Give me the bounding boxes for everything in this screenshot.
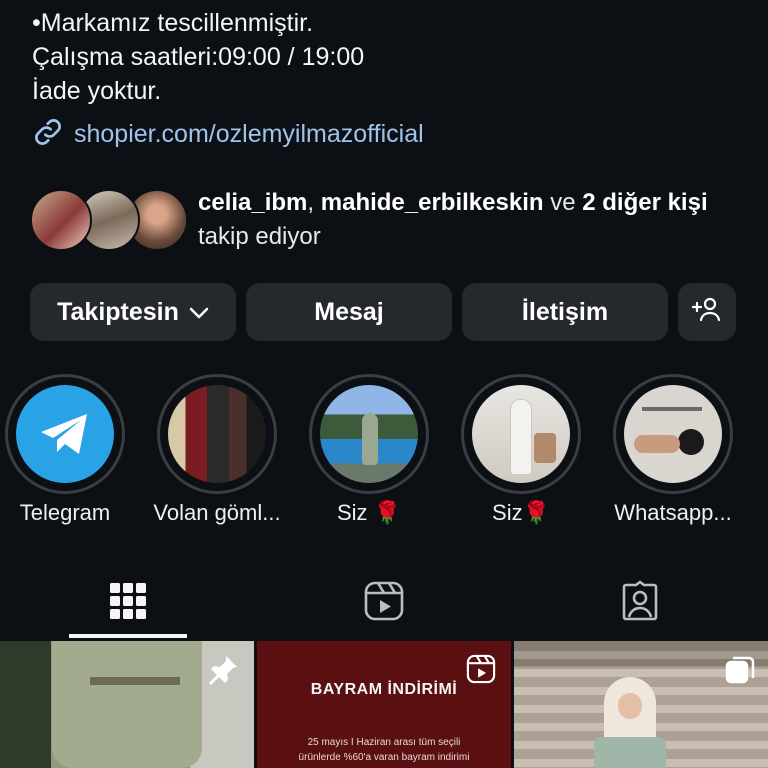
bio-text: •Markamız tescillenmiştir. Çalışma saatl…	[32, 6, 364, 108]
post-thumbnail[interactable]	[0, 641, 254, 768]
posts-grid: BAYRAM İNDİRİMİ 25 mayıs I Haziran arası…	[0, 641, 768, 768]
post-promo-sub: ürünlerde %60'a varan bayram indirimi	[298, 752, 470, 763]
highlight-volan[interactable]: Volan göml...	[153, 374, 281, 525]
highlight-telegram[interactable]: Telegram	[5, 374, 125, 525]
chevron-down-icon	[189, 298, 209, 327]
tagged-person-icon	[618, 579, 662, 628]
connector-text: ve	[543, 189, 583, 216]
reels-icon	[362, 579, 406, 628]
highlight-label: Telegram	[19, 500, 111, 525]
post-thumbnail[interactable]	[514, 641, 768, 768]
tab-tagged[interactable]	[580, 570, 700, 636]
bio-line: İade yoktur.	[32, 77, 162, 105]
suffix-text: takip ediyor	[198, 223, 321, 250]
tab-reels[interactable]	[324, 570, 444, 636]
profile-tabs	[0, 570, 768, 640]
bio-link-text[interactable]: shopier.com/ozlemyilmazofficial	[74, 120, 424, 149]
avatar	[30, 189, 92, 251]
others-count[interactable]: 2 diğer kişi	[582, 189, 707, 216]
tab-posts[interactable]	[68, 570, 188, 636]
highlight-ring	[613, 374, 733, 494]
highlight-ring	[157, 374, 277, 494]
highlight-thumbnail	[320, 385, 418, 483]
grid-icon	[108, 581, 148, 626]
highlight-thumbnail	[472, 385, 570, 483]
story-highlights: Telegram Volan göml... Siz 🌹 Siz🌹 Whatsa…	[0, 374, 768, 534]
message-label: Mesaj	[314, 297, 384, 326]
followed-by[interactable]: celia_ibm, mahide_erbilkeskin ve 2 diğer…	[30, 186, 718, 254]
highlight-label: Volan göml...	[153, 500, 281, 525]
followed-by-text[interactable]: celia_ibm, mahide_erbilkeskin ve 2 diğer…	[198, 186, 718, 254]
highlight-siz-1[interactable]: Siz 🌹	[309, 374, 429, 525]
post-thumbnail[interactable]: BAYRAM İNDİRİMİ 25 mayıs I Haziran arası…	[257, 641, 511, 768]
carousel-icon	[724, 653, 756, 690]
highlight-ring	[309, 374, 429, 494]
highlight-label: Siz 🌹	[336, 500, 402, 525]
active-tab-indicator	[69, 634, 187, 638]
bio-link[interactable]: shopier.com/ozlemyilmazofficial	[32, 116, 424, 153]
contact-label: İletişim	[521, 297, 609, 326]
highlight-ring	[5, 374, 125, 494]
highlight-siz-2[interactable]: Siz🌹	[461, 374, 581, 525]
add-person-icon	[691, 296, 722, 329]
post-promo-sub: 25 mayıs I Haziran arası tüm seçili	[307, 737, 461, 748]
separator-text: ,	[307, 189, 321, 216]
follower-name[interactable]: mahide_erbilkeskin	[321, 189, 544, 216]
pin-icon	[206, 653, 240, 692]
reels-icon	[465, 653, 497, 690]
message-button[interactable]: Mesaj	[246, 283, 452, 341]
bio-line: Çalışma saatleri:09:00 / 19:00	[32, 43, 365, 71]
telegram-icon	[16, 385, 114, 483]
contact-button[interactable]: İletişim	[462, 283, 668, 341]
add-person-button[interactable]	[678, 283, 736, 341]
highlight-ring	[461, 374, 581, 494]
highlight-whatsapp[interactable]: Whatsapp...	[613, 374, 733, 525]
highlight-label: Whatsapp...	[614, 500, 732, 525]
highlight-thumbnail	[624, 385, 722, 483]
follower-avatars[interactable]	[30, 189, 190, 251]
follower-name[interactable]: celia_ibm	[198, 189, 307, 216]
profile-actions: Takiptesin Mesaj İletişim	[30, 283, 736, 341]
link-icon	[32, 116, 64, 153]
highlight-label: Siz🌹	[492, 500, 550, 525]
following-button[interactable]: Takiptesin	[30, 283, 236, 341]
highlight-thumbnail	[168, 385, 266, 483]
following-label: Takiptesin	[57, 297, 179, 326]
bio-line: •Markamız tescillenmiştir.	[32, 9, 314, 37]
